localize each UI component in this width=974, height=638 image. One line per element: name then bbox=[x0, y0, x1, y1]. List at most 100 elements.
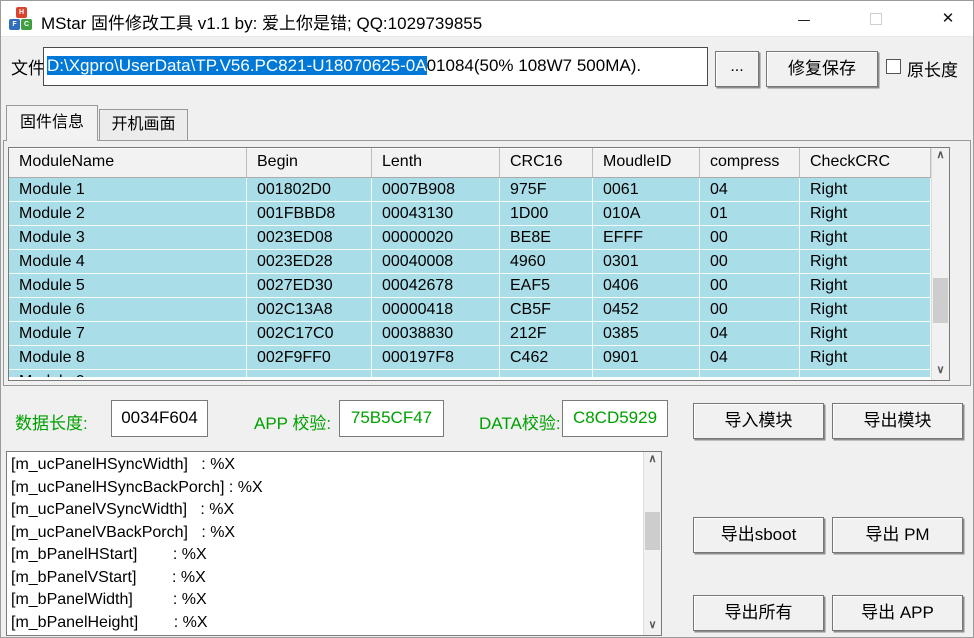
table-cell: Module 6 bbox=[9, 298, 247, 322]
table-cell: 0406 bbox=[593, 274, 700, 298]
icon-block-h: H bbox=[16, 7, 27, 18]
close-button[interactable]: ✕ bbox=[925, 1, 971, 37]
table-cell: 00 bbox=[700, 274, 800, 298]
table-cell: 975F bbox=[500, 178, 593, 202]
app-crc-value: 75B5CF47 bbox=[339, 400, 444, 437]
table-cell: 0023ED08 bbox=[247, 226, 372, 250]
file-path-input[interactable]: D:\Xgpro\UserData\TP.V56.PC821-U18070625… bbox=[43, 47, 708, 86]
table-cell: 002F9FF0 bbox=[247, 346, 372, 370]
original-length-checkbox[interactable] bbox=[886, 59, 901, 74]
table-cell: 0901 bbox=[593, 346, 700, 370]
log-scrollbar-thumb[interactable] bbox=[645, 512, 660, 550]
table-cell: EAF5 bbox=[500, 274, 593, 298]
tab-firmware-info[interactable]: 固件信息 bbox=[6, 105, 98, 141]
table-cell: 01 bbox=[700, 202, 800, 226]
table-cell: 00000020 bbox=[372, 226, 500, 250]
icon-block-f: F bbox=[9, 19, 20, 30]
table-cell: 04 bbox=[700, 346, 800, 370]
scroll-up-icon[interactable]: ∧ bbox=[932, 148, 949, 165]
table-cell: 00 bbox=[700, 298, 800, 322]
tab-boot-screen[interactable]: 开机画面 bbox=[99, 109, 188, 140]
export-app-button[interactable]: 导出 APP bbox=[832, 595, 963, 631]
table-cell: 00000418 bbox=[372, 298, 500, 322]
table-row[interactable]: Module 1001802D00007B908975F006104Right bbox=[9, 178, 931, 202]
col-header-compress[interactable]: compress bbox=[700, 148, 800, 177]
window-title: MStar 固件修改工具 v1.1 by: 爱上你是错; QQ:10297398… bbox=[41, 9, 482, 34]
scroll-up-icon[interactable]: ∧ bbox=[644, 452, 661, 469]
export-pm-button[interactable]: 导出 PM bbox=[832, 517, 963, 553]
log-text: [m_ucPanelHSyncWidth] : %X [m_ucPanelHSy… bbox=[11, 454, 641, 634]
table-partial-row: Module 9 bbox=[9, 370, 931, 377]
table-cell: 00038830 bbox=[372, 322, 500, 346]
scroll-down-icon[interactable]: ∨ bbox=[932, 363, 949, 380]
table-cell: Right bbox=[800, 226, 931, 250]
col-header-begin[interactable]: Begin bbox=[247, 148, 372, 177]
col-header-moudleid[interactable]: MoudleID bbox=[593, 148, 700, 177]
table-cell: 0385 bbox=[593, 322, 700, 346]
data-crc-label: DATA校验: bbox=[479, 409, 561, 434]
file-path-rest-text: 01084(50% 108W7 500MA). bbox=[427, 56, 642, 75]
log-textarea[interactable]: [m_ucPanelHSyncWidth] : %X [m_ucPanelHSy… bbox=[6, 451, 662, 636]
table-cell: 002C17C0 bbox=[247, 322, 372, 346]
icon-block-c: C bbox=[21, 19, 32, 30]
export-sboot-button[interactable]: 导出sboot bbox=[693, 517, 824, 553]
app-crc-label: APP 校验: bbox=[254, 409, 331, 434]
table-cell: C462 bbox=[500, 346, 593, 370]
maximize-icon bbox=[870, 13, 882, 25]
table-row[interactable]: Module 50027ED3000042678EAF5040600Right bbox=[9, 274, 931, 298]
minimize-button[interactable] bbox=[781, 1, 827, 37]
maximize-button[interactable] bbox=[853, 1, 899, 37]
table-cell: 1D00 bbox=[500, 202, 593, 226]
table-cell: 00040008 bbox=[372, 250, 500, 274]
table-cell: Module 8 bbox=[9, 346, 247, 370]
table-cell: 0301 bbox=[593, 250, 700, 274]
table-cell: Right bbox=[800, 274, 931, 298]
table-cell: Module 7 bbox=[9, 322, 247, 346]
table-row[interactable]: Module 8002F9FF0000197F8C462090104Right bbox=[9, 346, 931, 370]
table-cell: 00042678 bbox=[372, 274, 500, 298]
minimize-icon bbox=[798, 20, 810, 21]
table-cell: 0061 bbox=[593, 178, 700, 202]
table-row[interactable]: Module 40023ED28000400084960030100Right bbox=[9, 250, 931, 274]
table-cell: Module 5 bbox=[9, 274, 247, 298]
log-scrollbar[interactable]: ∧ ∨ bbox=[643, 452, 661, 635]
table-cell: CB5F bbox=[500, 298, 593, 322]
table-header: ModuleName Begin Lenth CRC16 MoudleID co… bbox=[9, 148, 931, 178]
table-row[interactable]: Module 6002C13A800000418CB5F045200Right bbox=[9, 298, 931, 322]
table-cell: Right bbox=[800, 250, 931, 274]
export-module-button[interactable]: 导出模块 bbox=[832, 403, 963, 439]
close-icon: ✕ bbox=[942, 10, 955, 27]
table-scrollbar-thumb[interactable] bbox=[933, 278, 948, 323]
file-label: 文件 bbox=[11, 54, 45, 79]
import-module-button[interactable]: 导入模块 bbox=[693, 403, 824, 439]
col-header-crc16[interactable]: CRC16 bbox=[500, 148, 593, 177]
table-cell: Right bbox=[800, 322, 931, 346]
col-header-checkcrc[interactable]: CheckCRC bbox=[800, 148, 931, 177]
table-cell: 0023ED28 bbox=[247, 250, 372, 274]
table-cell: BE8E bbox=[500, 226, 593, 250]
export-all-button[interactable]: 导出所有 bbox=[693, 595, 824, 631]
table-scrollbar[interactable]: ∧ ∨ bbox=[931, 148, 949, 380]
table-cell: 04 bbox=[700, 322, 800, 346]
table-cell: Right bbox=[800, 202, 931, 226]
firmware-info-panel: ModuleName Begin Lenth CRC16 MoudleID co… bbox=[3, 140, 971, 386]
table-row[interactable]: Module 2001FBBD8000431301D00010A01Right bbox=[9, 202, 931, 226]
file-path-selected-text: D:\Xgpro\UserData\TP.V56.PC821-U18070625… bbox=[47, 56, 427, 75]
repair-save-button[interactable]: 修复保存 bbox=[766, 51, 878, 87]
col-header-lenth[interactable]: Lenth bbox=[372, 148, 500, 177]
table-cell: 04 bbox=[700, 178, 800, 202]
table-cell: 001FBBD8 bbox=[247, 202, 372, 226]
table-cell: 0452 bbox=[593, 298, 700, 322]
titlebar: H F C MStar 固件修改工具 v1.1 by: 爱上你是错; QQ:10… bbox=[1, 1, 973, 37]
table-row[interactable]: Module 30023ED0800000020BE8EEFFF00Right bbox=[9, 226, 931, 250]
app-icon: H F C bbox=[9, 7, 33, 31]
col-header-modulename[interactable]: ModuleName bbox=[9, 148, 247, 177]
table-cell: 001802D0 bbox=[247, 178, 372, 202]
table-cell: Module 3 bbox=[9, 226, 247, 250]
table-cell: Right bbox=[800, 178, 931, 202]
table-cell: 000197F8 bbox=[372, 346, 500, 370]
scroll-down-icon[interactable]: ∨ bbox=[644, 618, 661, 635]
table-row[interactable]: Module 7002C17C000038830212F038504Right bbox=[9, 322, 931, 346]
table-cell: 00 bbox=[700, 250, 800, 274]
browse-button[interactable]: ... bbox=[715, 51, 759, 87]
